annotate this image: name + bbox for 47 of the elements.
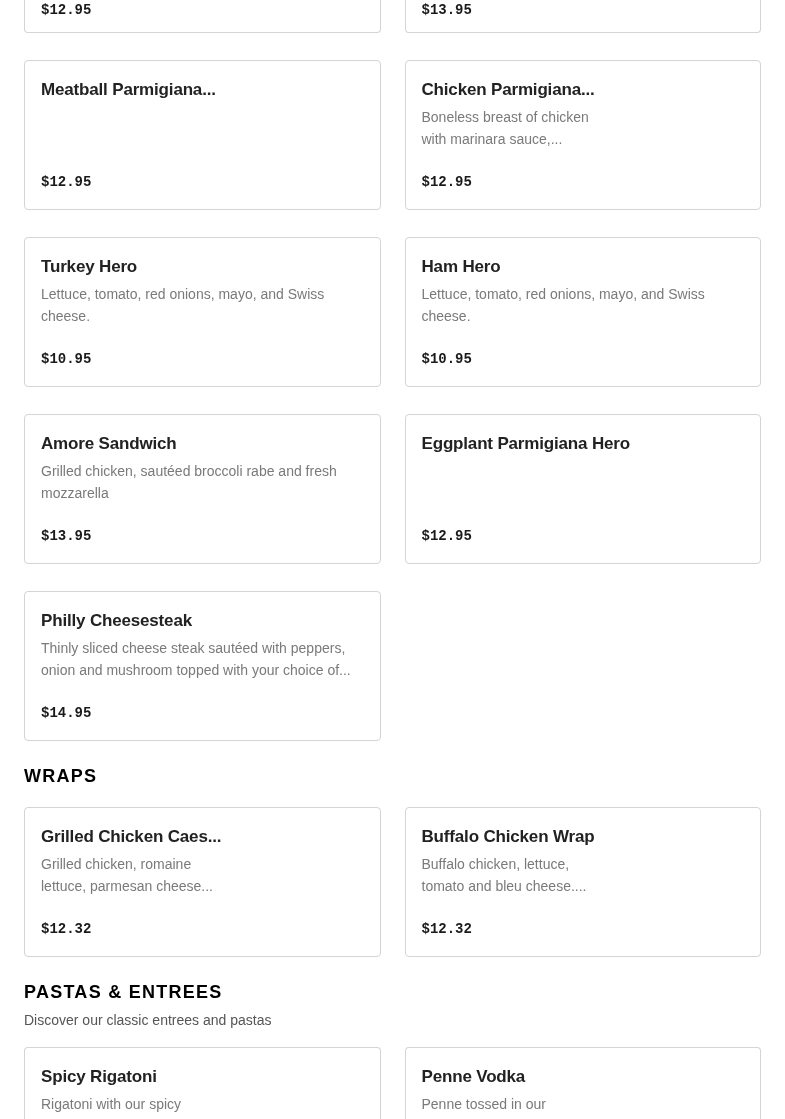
item-price: $12.95: [41, 173, 92, 192]
menu-item-card[interactable]: Philly Cheesesteak Thinly sliced cheese steak sautéed with peppers, onion and mushroom topped with your choice of... $14.95: [24, 591, 381, 741]
item-name: Amore Sandwich: [41, 433, 177, 455]
item-price: $14.95: [41, 704, 92, 723]
item-price: $12.32: [41, 920, 92, 939]
item-price: $13.95: [421, 1, 472, 20]
item-name: Chicken Parmigiana...: [421, 79, 595, 101]
item-name: Philly Cheesesteak: [41, 610, 192, 632]
menu-item-card[interactable]: Eggplant Parmigiana Hero $12.95: [404, 414, 761, 564]
item-name: Ham Hero: [421, 256, 501, 278]
menu-item-card[interactable]: Amore Sandwich Grilled chicken, sautéed broccoli rabe and fresh mozzarella $13.95: [24, 414, 381, 564]
section-subtitle: Discover our classic entrees and pastas: [24, 1011, 272, 1030]
menu-item-card[interactable]: Grilled Chicken Caes... Grilled chicken, romaine lettuce, parmesan cheese... $12.32: [24, 807, 381, 957]
menu-item-card[interactable]: Ham Hero Lettuce, tomato, red onions, mayo, and Swiss cheese. $10.95: [404, 237, 761, 387]
item-name: Spicy Rigatoni: [41, 1066, 157, 1088]
section-heading: PASTAS & ENTREES: [24, 982, 223, 1002]
item-name: Penne Vodka: [421, 1066, 526, 1088]
item-description: Penne tossed in our: [421, 1095, 547, 1114]
item-price: $12.95: [421, 173, 472, 192]
item-price: $10.95: [421, 350, 472, 369]
item-name: Buffalo Chicken Wrap: [421, 826, 595, 848]
menu-item-card[interactable]: Chicken Parmigiana... Boneless breast of chicken with marinara sauce,... $12.95: [404, 60, 761, 210]
item-name: Eggplant Parmigiana Hero: [421, 433, 630, 455]
item-price: $10.95: [41, 350, 92, 369]
menu-item-card[interactable]: Turkey Hero Lettuce, tomato, red onions, mayo, and Swiss cheese. $10.95: [24, 237, 381, 387]
item-name: Meatball Parmigiana...: [41, 79, 216, 101]
item-name: Grilled Chicken Caes...: [41, 826, 222, 848]
menu-item-card[interactable]: Spicy Rigatoni Rigatoni with our spicy: [24, 1047, 381, 1119]
item-description: Rigatoni with our spicy: [41, 1095, 182, 1114]
item-price: $13.95: [41, 527, 92, 546]
item-description: Grilled chicken, romaine lettuce, parmesan cheese...: [41, 855, 213, 896]
item-description: Lettuce, tomato, red onions, mayo, and Swiss cheese.: [41, 285, 325, 326]
menu-item-card[interactable]: Buffalo Chicken Wrap Buffalo chicken, lettuce, tomato and bleu cheese.... $12.32: [404, 807, 761, 957]
item-price: $12.32: [421, 920, 472, 939]
item-description: Buffalo chicken, lettuce, tomato and bleu cheese....: [421, 855, 587, 896]
menu-item-card[interactable]: Meatball Parmigiana... $12.95: [24, 60, 381, 210]
menu-item-card[interactable]: Penne Vodka Penne tossed in our: [404, 1047, 761, 1119]
item-price: $12.95: [41, 1, 92, 20]
section-heading: WRAPS: [24, 766, 98, 786]
item-price: $12.95: [421, 527, 472, 546]
item-description: Boneless breast of chicken with marinara sauce,...: [421, 108, 589, 149]
item-description: Grilled chicken, sautéed broccoli rabe and fresh mozzarella: [41, 462, 337, 503]
item-name: Turkey Hero: [41, 256, 138, 278]
menu-item-card[interactable]: $13.95: [404, 0, 761, 33]
item-description: Lettuce, tomato, red onions, mayo, and Swiss cheese.: [421, 285, 705, 326]
item-description: Thinly sliced cheese steak sautéed with peppers, onion and mushroom topped with your choice of...: [41, 639, 351, 680]
menu-item-card[interactable]: $12.95: [24, 0, 381, 33]
